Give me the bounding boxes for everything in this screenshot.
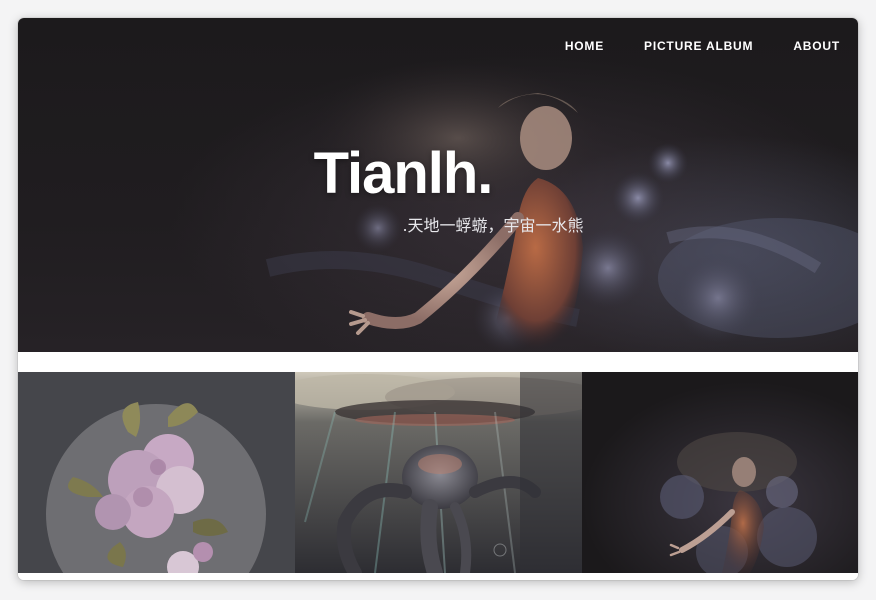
- browser-window: HOME PICTURE ALBUM ABOUT Tianlh. .天地一蜉蝣，…: [18, 18, 858, 580]
- page-bottom-strip: [18, 573, 858, 580]
- site-title: Tianlh.: [313, 141, 494, 206]
- flower-painting-image: [18, 372, 295, 573]
- nav-home-link[interactable]: HOME: [565, 39, 604, 53]
- site-tagline: .天地一蜉蝣，宇宙一水熊: [402, 216, 584, 235]
- girl-painting-image: [582, 372, 858, 573]
- nav-about-link[interactable]: ABOUT: [793, 39, 840, 53]
- nav-picture-album-link[interactable]: PICTURE ALBUM: [644, 39, 753, 53]
- jellyfish-painting-image: [295, 372, 582, 573]
- top-navigation: HOME PICTURE ALBUM ABOUT: [565, 39, 840, 53]
- gallery-tile-girl[interactable]: [582, 372, 858, 573]
- gallery-grid: [18, 372, 858, 573]
- hero-banner: HOME PICTURE ALBUM ABOUT Tianlh. .天地一蜉蝣，…: [18, 18, 858, 352]
- gallery-tile-flower[interactable]: [18, 372, 295, 573]
- gallery-tile-jellyfish[interactable]: [295, 372, 582, 573]
